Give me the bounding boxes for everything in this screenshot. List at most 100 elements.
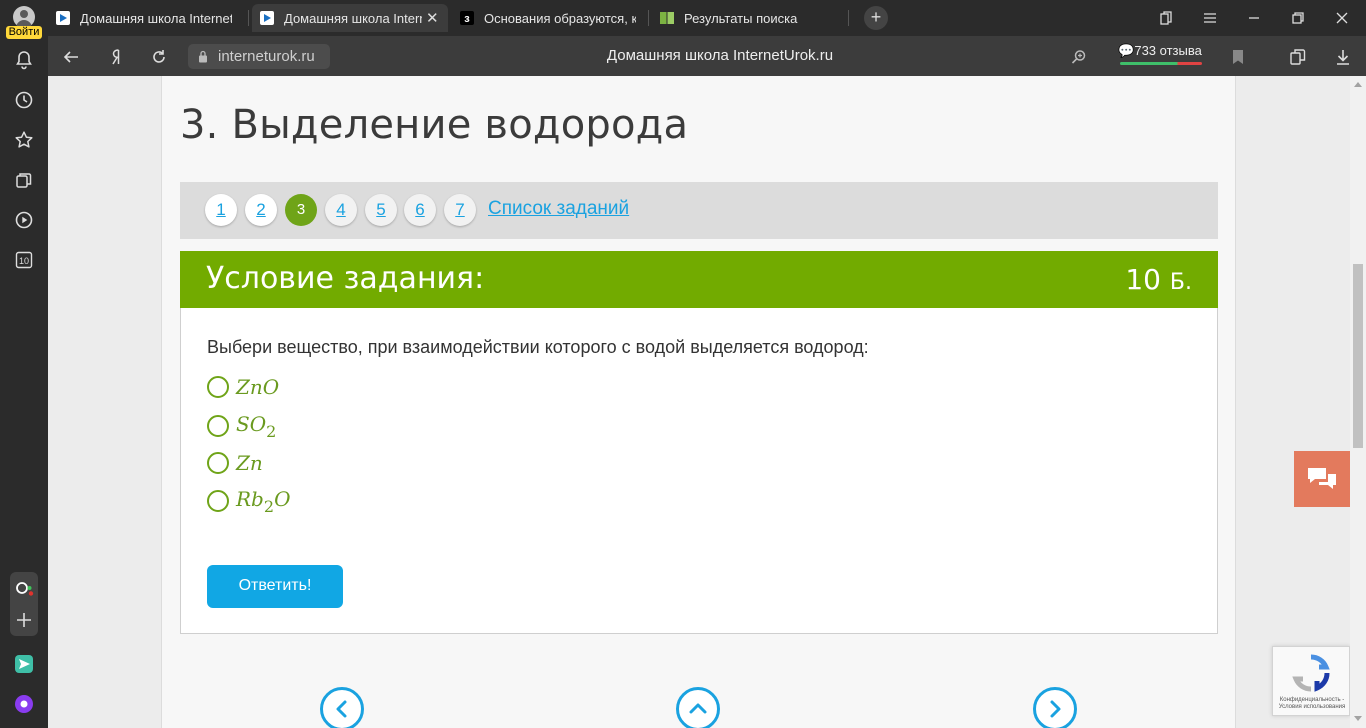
bell-icon[interactable] [0, 40, 48, 80]
alice-icon[interactable] [0, 684, 48, 724]
page-scrollbar[interactable] [1350, 76, 1366, 728]
tab-title: Основания образуются, как [484, 10, 636, 26]
sidebar-badge-text: 10 [19, 256, 29, 266]
lesson-title: 3. Выделение водорода [180, 102, 689, 148]
messenger-icon[interactable] [0, 644, 48, 684]
minimize-icon[interactable] [1244, 8, 1264, 28]
task-card: Условие задания: 10 Б. Выбери вещество, … [180, 251, 1218, 634]
url-field[interactable]: interneturok.ru [188, 44, 330, 69]
task-question: Выбери вещество, при взаимодействии кото… [207, 337, 869, 357]
reload-icon[interactable] [148, 46, 170, 68]
pager-item-4[interactable]: 4 [325, 194, 357, 226]
recaptcha-badge[interactable]: Конфиденциальность - Условия использован… [1272, 646, 1350, 716]
internetUrok-favicon-icon [56, 11, 70, 25]
option-formula: SO2 [236, 411, 277, 441]
video-play-icon[interactable] [0, 200, 48, 240]
pager-item-7[interactable]: 7 [444, 194, 476, 226]
zoom-search-icon[interactable] [1068, 46, 1090, 68]
radio-button[interactable] [207, 415, 229, 437]
restore-icon[interactable] [1288, 8, 1308, 28]
rating-bar [1120, 62, 1202, 65]
comment-icon: 💬 [1118, 43, 1135, 58]
chat-bubbles-icon [1308, 468, 1336, 489]
scroll-thumb[interactable] [1353, 264, 1363, 448]
recaptcha-logo-icon [1292, 654, 1330, 692]
points-unit: Б. [1169, 270, 1192, 295]
radio-button[interactable] [207, 452, 229, 474]
scroll-down-icon[interactable] [1354, 716, 1362, 721]
download-icon[interactable] [1332, 46, 1354, 68]
task-list-link[interactable]: Список заданий [488, 198, 629, 220]
recaptcha-legal-text: Конфиденциальность - Условия использован… [1278, 697, 1346, 710]
next-arrow-icon [1050, 700, 1061, 718]
book-favicon-icon [660, 12, 674, 24]
points-value: 10 [1125, 263, 1161, 296]
task-header: Условие задания: 10 Б. [180, 251, 1218, 308]
tab-separator [248, 10, 249, 26]
to-top-button[interactable] [676, 687, 720, 728]
internetUrok-favicon-icon [260, 11, 274, 25]
address-bar: interneturok.ru Домашняя школа InternetU… [48, 36, 1366, 76]
collections-icon[interactable] [0, 160, 48, 200]
login-button[interactable]: Войти [4, 2, 44, 40]
bookmark-icon[interactable] [1227, 46, 1249, 68]
reviews-count: 733 отзыва [1134, 43, 1202, 58]
browser-sidebar: Войти 10 [0, 0, 48, 728]
tab-manager-icon[interactable] [1156, 8, 1176, 28]
avatar-icon [13, 6, 35, 28]
tab-close-icon[interactable]: ✕ [426, 9, 439, 27]
tab-separator [848, 10, 849, 26]
next-task-button[interactable] [1033, 687, 1077, 728]
submit-answer-button[interactable]: Ответить! [207, 565, 343, 608]
answer-option-1[interactable]: ZnO [207, 373, 279, 401]
znanija-favicon-icon: з [460, 11, 474, 25]
answer-option-4[interactable]: Rb2O [207, 486, 291, 516]
tab-3[interactable]: з Основания образуются, как [452, 4, 642, 32]
tab-separator [648, 10, 649, 26]
prev-task-button[interactable] [320, 687, 364, 728]
up-arrow-icon [689, 703, 707, 714]
menu-icon[interactable] [1200, 8, 1220, 28]
page-title-text: Домашняя школа InternetUrok.ru [606, 47, 834, 64]
reviews-badge[interactable]: 💬733 отзыва [1118, 43, 1202, 67]
counter-badge-icon[interactable]: 10 [0, 240, 48, 280]
history-clock-icon[interactable] [0, 80, 48, 120]
pager-item-1[interactable]: 1 [205, 194, 237, 226]
extensions-icon[interactable] [1287, 46, 1309, 68]
prev-arrow-icon [336, 700, 347, 718]
option-formula: Rb2O [236, 486, 291, 516]
tab-4[interactable]: Результаты поиска [652, 4, 848, 32]
answer-option-3[interactable]: Zn [207, 449, 263, 477]
pager-item-6[interactable]: 6 [404, 194, 436, 226]
task-pager: 1 2 3 4 5 6 7 Список заданий [180, 182, 1218, 239]
login-label: Войти [6, 26, 42, 39]
lock-icon [199, 50, 207, 63]
tab-1[interactable]: Домашняя школа InternetUrok.ru [48, 4, 244, 32]
lesson-content: 3. Выделение водорода 1 2 3 4 5 6 7 Спис… [161, 76, 1236, 728]
tab-title: Домашняя школа InternetUrok.ru [284, 10, 422, 26]
option-formula: ZnO [236, 375, 280, 399]
task-header-title: Условие задания: [206, 261, 485, 296]
task-points: 10 Б. [1125, 263, 1192, 296]
tab-2-active[interactable]: Домашняя школа InternetUrok.ru ✕ [252, 4, 448, 32]
pager-item-2[interactable]: 2 [245, 194, 277, 226]
pager-item-5[interactable]: 5 [365, 194, 397, 226]
pager-item-3-current[interactable]: 3 [285, 194, 317, 226]
url-text: interneturok.ru [218, 48, 315, 65]
tab-bar: Домашняя школа InternetUrok.ru Домашняя … [48, 0, 1366, 36]
answer-option-2[interactable]: SO2 [207, 411, 277, 441]
new-tab-button[interactable]: + [864, 6, 888, 30]
tab-title: Результаты поиска [684, 10, 798, 26]
close-window-icon[interactable] [1332, 8, 1352, 28]
tab-title: Домашняя школа InternetUrok.ru [80, 10, 232, 26]
add-panel-icon[interactable] [0, 600, 48, 640]
svg-text:з: з [464, 13, 470, 25]
radio-button[interactable] [207, 490, 229, 512]
page-viewport: 3. Выделение водорода 1 2 3 4 5 6 7 Спис… [48, 76, 1350, 728]
back-arrow-icon[interactable] [60, 46, 82, 68]
bookmarks-star-icon[interactable] [0, 120, 48, 160]
chat-widget-button[interactable] [1294, 451, 1350, 507]
radio-button[interactable] [207, 376, 229, 398]
scroll-up-icon[interactable] [1354, 82, 1362, 87]
yandex-logo-icon[interactable] [106, 46, 128, 68]
